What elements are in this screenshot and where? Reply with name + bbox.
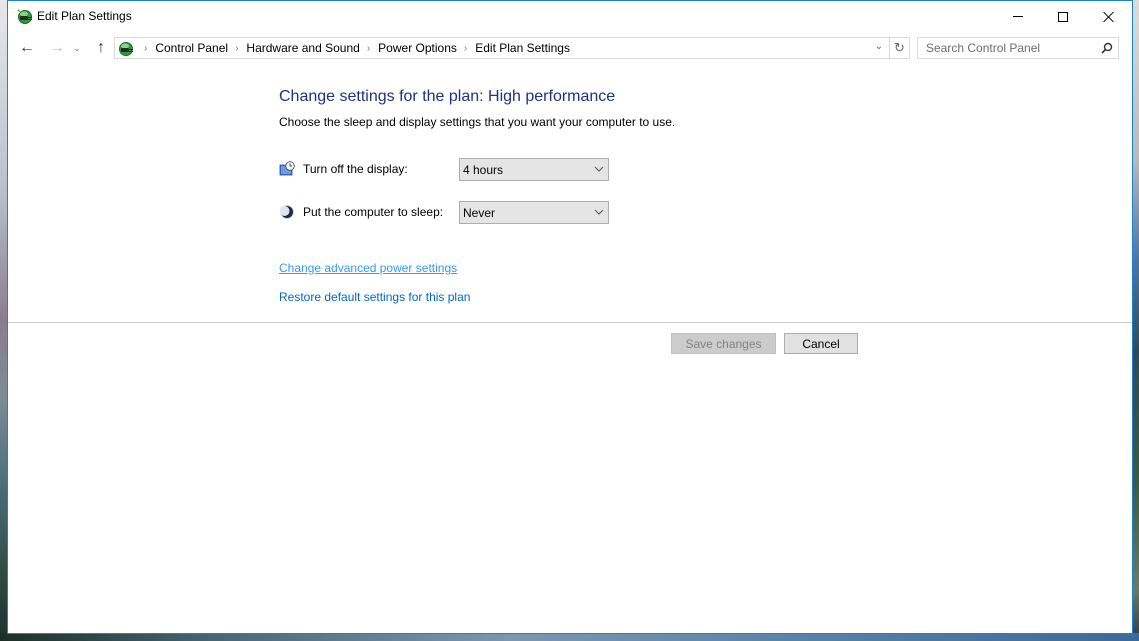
page-description: Choose the sleep and display settings th… <box>279 115 676 129</box>
display-clock-icon <box>279 161 295 176</box>
breadcrumb-separator-icon[interactable]: › <box>144 43 147 54</box>
change-advanced-power-settings-link[interactable]: Change advanced power settings <box>279 261 457 275</box>
setting-turn-off-display: Turn off the display: 4 hours <box>279 158 619 182</box>
address-bar[interactable]: › Control Panel › Hardware and Sound › P… <box>114 37 910 59</box>
recent-locations-button[interactable]: ⌄ <box>70 37 84 59</box>
divider <box>8 322 1132 323</box>
setting-computer-sleep: Put the computer to sleep: Never <box>279 201 619 225</box>
up-button[interactable]: ↑ <box>90 37 112 59</box>
breadcrumb-power-options[interactable]: Power Options <box>378 41 457 55</box>
back-button[interactable]: ← <box>16 37 38 59</box>
arrow-right-icon: → <box>49 39 65 56</box>
close-button[interactable] <box>1086 1 1132 32</box>
search-input[interactable] <box>918 38 1094 58</box>
breadcrumb-separator-icon[interactable]: › <box>235 43 238 54</box>
maximize-button[interactable] <box>1040 1 1086 32</box>
control-panel-icon <box>119 42 133 56</box>
display-timeout-label: Turn off the display: <box>303 162 408 176</box>
minimize-icon <box>1013 16 1023 17</box>
display-timeout-value: 4 hours <box>463 163 504 177</box>
breadcrumb-edit-plan-settings[interactable]: Edit Plan Settings <box>475 41 570 55</box>
chevron-down-icon <box>594 209 604 215</box>
sleep-moon-icon <box>279 205 294 219</box>
breadcrumb-separator-icon[interactable]: › <box>367 43 370 54</box>
breadcrumb-hardware-and-sound[interactable]: Hardware and Sound <box>246 41 359 55</box>
search-icon[interactable] <box>1101 42 1113 54</box>
arrow-left-icon: ← <box>19 39 35 56</box>
search-box[interactable] <box>917 37 1119 59</box>
refresh-button[interactable]: ↻ <box>889 37 909 59</box>
sleep-timeout-select[interactable]: Never <box>459 201 609 224</box>
minimize-button[interactable] <box>995 1 1041 32</box>
page-title: Change settings for the plan: High perfo… <box>279 88 616 105</box>
chevron-down-icon <box>594 166 604 172</box>
breadcrumb: › Control Panel › Hardware and Sound › P… <box>137 41 570 55</box>
chevron-down-icon: ⌄ <box>874 41 884 52</box>
cancel-button[interactable]: Cancel <box>784 333 858 354</box>
title-bar[interactable]: Edit Plan Settings <box>8 1 1132 32</box>
desktop-background-bottom <box>0 633 1139 641</box>
arrow-up-icon: ↑ <box>97 39 105 56</box>
refresh-icon: ↻ <box>894 40 905 55</box>
display-timeout-select[interactable]: 4 hours <box>459 158 609 181</box>
breadcrumb-separator-icon[interactable]: › <box>464 43 467 54</box>
chevron-down-icon: ⌄ <box>73 42 81 53</box>
power-options-icon <box>17 9 32 24</box>
navigation-bar: ← → ⌄ ↑ › Control Panel › Hardware and S… <box>8 35 1132 61</box>
restore-default-settings-link[interactable]: Restore default settings for this plan <box>279 290 470 304</box>
sleep-timeout-value: Never <box>463 206 496 220</box>
window-title: Edit Plan Settings <box>37 9 132 23</box>
close-icon <box>1103 11 1115 23</box>
maximize-icon <box>1058 11 1068 22</box>
forward-button[interactable]: → <box>46 37 68 59</box>
breadcrumb-control-panel[interactable]: Control Panel <box>155 41 228 55</box>
sleep-timeout-label: Put the computer to sleep: <box>303 205 444 219</box>
address-history-button[interactable]: ⌄ <box>871 41 887 55</box>
edit-plan-settings-window: Edit Plan Settings ← → ⌄ ↑ › Control Pan… <box>7 0 1133 634</box>
save-changes-button[interactable]: Save changes <box>671 333 776 354</box>
